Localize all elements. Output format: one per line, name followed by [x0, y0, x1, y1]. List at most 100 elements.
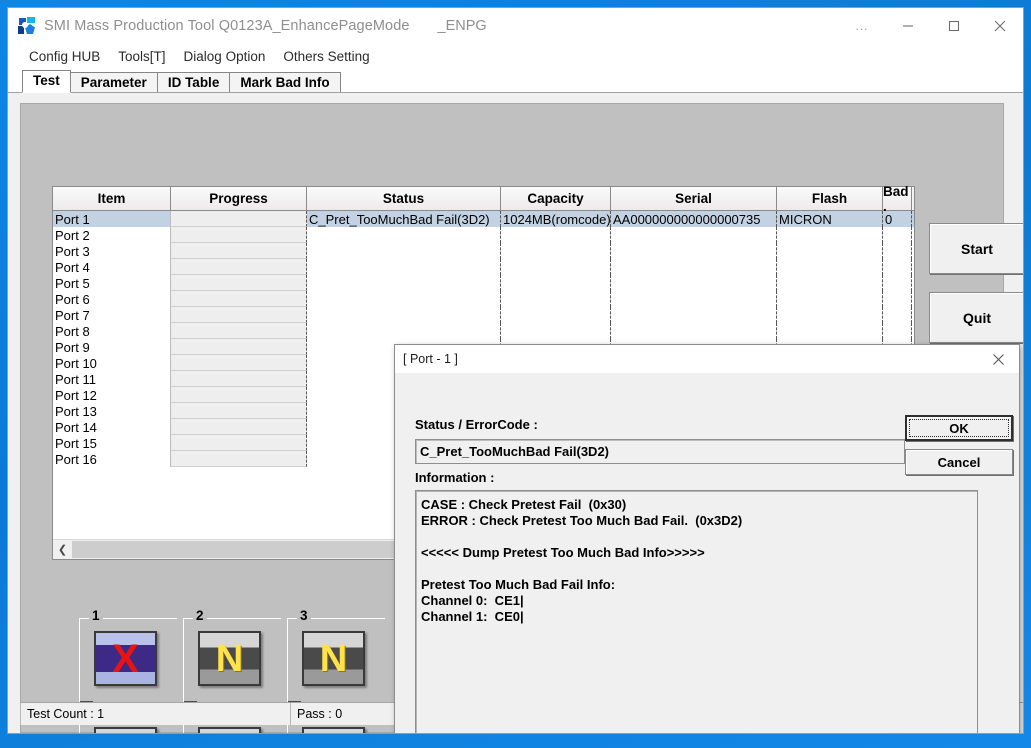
tile-group-label: 2: [193, 609, 207, 623]
device-tile-group: 3N: [287, 609, 385, 708]
grid-cell-flash: [777, 291, 883, 307]
dialog-ok-label: OK: [909, 419, 1009, 437]
grid-cell-bad: [883, 259, 912, 275]
grid-cell-capacity: [501, 323, 611, 339]
device-chip-normal[interactable]: N: [198, 727, 261, 733]
grid-cell-item: Port 8: [53, 323, 171, 339]
menu-item-others-setting[interactable]: Others Setting: [274, 47, 378, 66]
grid-cell-progress: [171, 307, 307, 323]
grid-cell-bad: [883, 307, 912, 323]
grid-column-header[interactable]: Capacity: [501, 187, 611, 210]
information-label: Information :: [415, 470, 495, 485]
grid-cell-flash: [777, 259, 883, 275]
menu-item-tools[interactable]: Tools[T]: [109, 47, 174, 66]
grid-cell-status: [307, 243, 501, 259]
dialog-ok-button[interactable]: OK: [905, 415, 1013, 441]
status-errorcode-value: C_Pret_TooMuchBad Fail(3D2): [415, 439, 905, 464]
grid-cell-status: [307, 323, 501, 339]
table-row[interactable]: Port 2: [53, 227, 914, 243]
device-chip-fail[interactable]: X: [94, 631, 157, 686]
grid-cell-item: Port 3: [53, 243, 171, 259]
table-row[interactable]: Port 3: [53, 243, 914, 259]
table-row[interactable]: Port 8: [53, 323, 914, 339]
grid-column-header[interactable]: Serial: [611, 187, 777, 210]
table-row[interactable]: Port 7: [53, 307, 914, 323]
grid-column-header[interactable]: Flash: [777, 187, 883, 210]
grid-cell-item: Port 15: [53, 435, 171, 451]
grid-cell-progress: [171, 435, 307, 451]
grid-cell-item: Port 5: [53, 275, 171, 291]
grid-cell-flash: [777, 275, 883, 291]
grid-cell-status: [307, 291, 501, 307]
chip-status-glyph: N: [319, 637, 348, 680]
minimize-icon[interactable]: [885, 8, 931, 44]
grid-cell-serial: [611, 323, 777, 339]
device-chip-normal[interactable]: N: [302, 631, 365, 686]
grid-cell-serial: AA000000000000000735: [611, 211, 777, 227]
grid-cell-serial: [611, 259, 777, 275]
grid-cell-progress: [171, 227, 307, 243]
information-line: Channel 0: CE1|: [421, 593, 524, 608]
grid-cell-progress: [171, 371, 307, 387]
grid-cell-status: [307, 259, 501, 275]
grid-cell-flash: [777, 227, 883, 243]
information-line: Pretest Too Much Bad Fail Info:: [421, 577, 616, 592]
client-area: Item Progress Status Capacity Serial Flash Bad…: [8, 93, 1023, 733]
grid-cell-status: C_Pret_TooMuchBad Fail(3D2): [307, 211, 501, 227]
tab-id-table[interactable]: ID Table: [156, 72, 231, 92]
table-row[interactable]: Port 5: [53, 275, 914, 291]
start-button[interactable]: Start: [929, 223, 1023, 274]
device-chip-normal[interactable]: N: [302, 727, 365, 733]
device-tile-group: 1X: [79, 609, 177, 708]
grid-column-header[interactable]: Bad .: [883, 184, 912, 214]
table-row[interactable]: Port 6: [53, 291, 914, 307]
grid-cell-serial: [611, 227, 777, 243]
grid-cell-flash: MICRON: [777, 211, 883, 227]
dialog-title: [ Port - 1 ]: [403, 352, 458, 366]
grid-cell-item: Port 6: [53, 291, 171, 307]
grid-cell-item: Port 9: [53, 339, 171, 355]
maximize-icon[interactable]: [931, 8, 977, 44]
grid-cell-progress: [171, 387, 307, 403]
smi-app-icon: [18, 17, 36, 35]
chevron-left-icon[interactable]: ❮: [53, 541, 72, 558]
table-row[interactable]: Port 4: [53, 259, 914, 275]
menu-item-dialog-option[interactable]: Dialog Option: [175, 47, 275, 66]
device-chip-normal[interactable]: N: [198, 631, 261, 686]
grid-cell-progress: [171, 275, 307, 291]
grid-column-header[interactable]: Item: [53, 187, 171, 210]
status-errorcode-label: Status / ErrorCode :: [415, 417, 538, 432]
grid-cell-item: Port 1: [53, 211, 171, 227]
grid-cell-serial: [611, 275, 777, 291]
grid-cell-capacity: [501, 259, 611, 275]
grid-column-header[interactable]: Status: [307, 187, 501, 210]
grid-cell-progress: [171, 323, 307, 339]
chip-status-glyph: X: [112, 636, 139, 681]
information-line: CASE : Check Pretest Fail (0x30): [421, 497, 627, 512]
tab-mark-bad-info[interactable]: Mark Bad Info: [229, 72, 341, 92]
device-chip-normal[interactable]: N: [94, 727, 157, 733]
dialog-cancel-button[interactable]: Cancel: [905, 449, 1013, 475]
grid-cell-status: [307, 275, 501, 291]
grid-cell-item: Port 16: [53, 451, 171, 467]
quit-button[interactable]: Quit: [929, 292, 1023, 343]
information-line: ERROR : Check Pretest Too Much Bad Fail.…: [421, 513, 743, 528]
grid-cell-item: Port 14: [53, 419, 171, 435]
table-row[interactable]: Port 1 C_Pret_TooMuchBad Fail(3D2) 1024MB(…: [53, 211, 914, 227]
grid-cell-progress: [171, 211, 307, 227]
window-title-suffix: _ENPG: [437, 18, 487, 34]
information-line: Channel 1: CE0|: [421, 609, 524, 624]
grid-cell-status: [307, 307, 501, 323]
more-options-icon[interactable]: ...: [839, 8, 885, 44]
tab-parameter[interactable]: Parameter: [69, 72, 158, 92]
grid-cell-status: [307, 227, 501, 243]
grid-cell-capacity: 1024MB(romcode): [503, 211, 611, 227]
grid-cell-flash: [777, 243, 883, 259]
menu-item-config-hub[interactable]: Config HUB: [20, 47, 109, 66]
dialog-close-icon[interactable]: [977, 345, 1019, 373]
grid-cell-serial: [611, 243, 777, 259]
close-icon[interactable]: [977, 8, 1023, 44]
grid-column-header[interactable]: Progress: [171, 187, 307, 210]
tab-test[interactable]: Test: [22, 70, 71, 93]
information-textbox[interactable]: CASE : Check Pretest Fail (0x30) ERROR : …: [415, 490, 978, 733]
